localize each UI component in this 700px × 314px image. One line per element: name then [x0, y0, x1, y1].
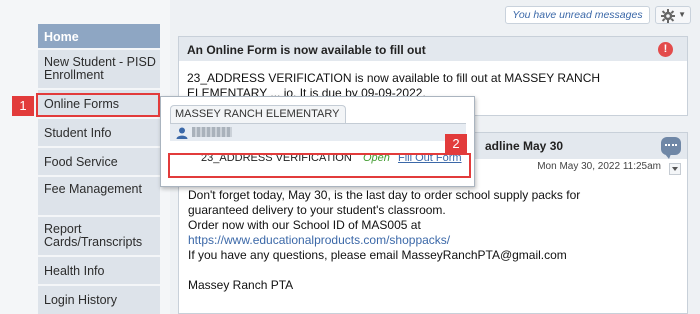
- student-name-redacted: [192, 127, 232, 137]
- step-badge-1: 1: [12, 96, 34, 116]
- sidebar: Home New Student - PISD Enrollment Onlin…: [0, 0, 170, 314]
- sidebar-item-student-info[interactable]: Student Info: [38, 119, 160, 148]
- chat-icon[interactable]: [661, 137, 681, 159]
- step-badge-2: 2: [445, 134, 467, 154]
- sidebar-item-new-student-enrollment[interactable]: New Student - PISD Enrollment: [38, 50, 160, 90]
- sidebar-item-login-history[interactable]: Login History: [38, 286, 160, 314]
- announcement-contact: If you have any questions, please email …: [188, 248, 567, 262]
- shop-packs-link[interactable]: https://www.educationalproducts.com/shop…: [188, 233, 678, 248]
- user-icon: [176, 127, 188, 139]
- sidebar-item-report-cards[interactable]: Report Cards/Transcripts: [38, 217, 160, 257]
- school-tab[interactable]: MASSEY RANCH ELEMENTARY: [170, 105, 347, 123]
- settings-menu-button[interactable]: ▼: [655, 6, 691, 24]
- highlight-fill-out-form: [168, 153, 471, 178]
- announcement-line: Don't forget today, May 30, is the last …: [188, 188, 581, 202]
- sidebar-item-home[interactable]: Home: [38, 24, 160, 50]
- alert-icon: !: [658, 42, 673, 57]
- top-bar: You have unread messages ▼: [170, 0, 700, 30]
- sidebar-item-health-info[interactable]: Health Info: [38, 257, 160, 286]
- sidebar-item-food-service[interactable]: Food Service: [38, 148, 160, 177]
- announcement-signature: Massey Ranch PTA: [188, 278, 294, 292]
- gear-icon: [661, 9, 675, 23]
- unread-messages-link[interactable]: You have unread messages: [505, 6, 650, 24]
- announcement-title: adline May 30: [485, 139, 564, 153]
- sidebar-nav: Home New Student - PISD Enrollment Onlin…: [38, 24, 160, 314]
- sidebar-item-fee-management[interactable]: Fee Management: [38, 177, 160, 217]
- student-row: [170, 123, 466, 141]
- announcement-body: Don't forget today, May 30, is the last …: [188, 188, 678, 293]
- announcement-line: Order now with our School ID of MAS005 a…: [188, 218, 421, 232]
- highlight-online-forms: [36, 93, 160, 117]
- notice-title: An Online Form is now available to fill …: [179, 37, 687, 61]
- announcement-line: guaranteed delivery to your student's cl…: [188, 203, 446, 217]
- dropdown-arrow-button[interactable]: [669, 163, 681, 175]
- chevron-down-icon: ▼: [678, 10, 686, 19]
- announcement-date: Mon May 30, 2022 11:25am: [537, 161, 661, 172]
